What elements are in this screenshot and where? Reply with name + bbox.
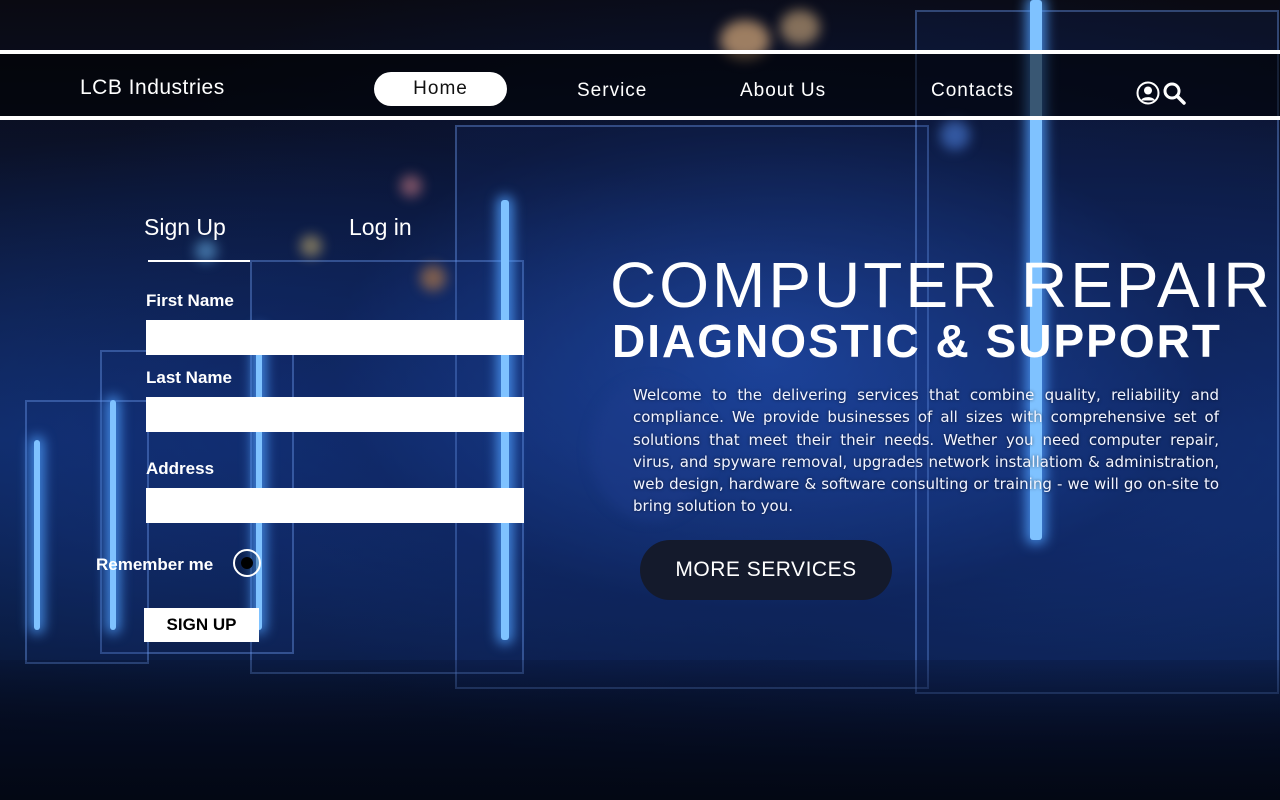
bokeh-light [780, 10, 820, 45]
bokeh-light [940, 120, 970, 150]
nav-item-about-us[interactable]: About Us [740, 80, 826, 102]
first-name-field[interactable] [146, 320, 524, 355]
server-case [25, 400, 149, 664]
active-tab-indicator [148, 260, 250, 262]
bokeh-light [300, 235, 322, 257]
remember-me-label: Remember me [96, 555, 214, 574]
first-name-label: First Name [146, 291, 234, 310]
nav-divider-bottom [0, 116, 1280, 120]
nav-item-label: Home [413, 78, 468, 99]
nav-item-service[interactable]: Service [577, 80, 647, 102]
led-strip [34, 440, 40, 630]
bokeh-light [420, 265, 446, 291]
tab-log-in[interactable]: Log in [349, 214, 412, 241]
last-name-field[interactable] [146, 397, 524, 432]
nav-item-home[interactable]: Home [374, 72, 507, 106]
led-strip [110, 400, 116, 630]
sign-up-button[interactable]: SIGN UP [144, 608, 259, 642]
address-label: Address [146, 459, 215, 478]
search-icon[interactable] [1162, 81, 1186, 105]
hero-description: Welcome to the delivering services that … [633, 386, 1219, 516]
address-field[interactable] [146, 488, 524, 523]
bokeh-light [400, 175, 422, 197]
nav-icon-group [1136, 81, 1186, 105]
floor-shadow [0, 660, 1280, 800]
led-strip [256, 330, 262, 630]
last-name-label: Last Name [146, 368, 232, 387]
more-services-button[interactable]: MORE SERVICES [640, 540, 892, 600]
hero-title: COMPUTER REPAIR [610, 249, 1273, 321]
tab-sign-up[interactable]: Sign Up [144, 214, 226, 241]
bokeh-light [195, 240, 217, 262]
brand-logo[interactable]: LCB Industries [80, 76, 225, 100]
user-icon[interactable] [1136, 81, 1160, 105]
hero-subtitle: DIAGNOSTIC & SUPPORT [612, 315, 1222, 367]
nav-divider-top [0, 50, 1280, 54]
remember-me-radio[interactable] [233, 549, 261, 577]
nav-item-contacts[interactable]: Contacts [931, 80, 1014, 102]
